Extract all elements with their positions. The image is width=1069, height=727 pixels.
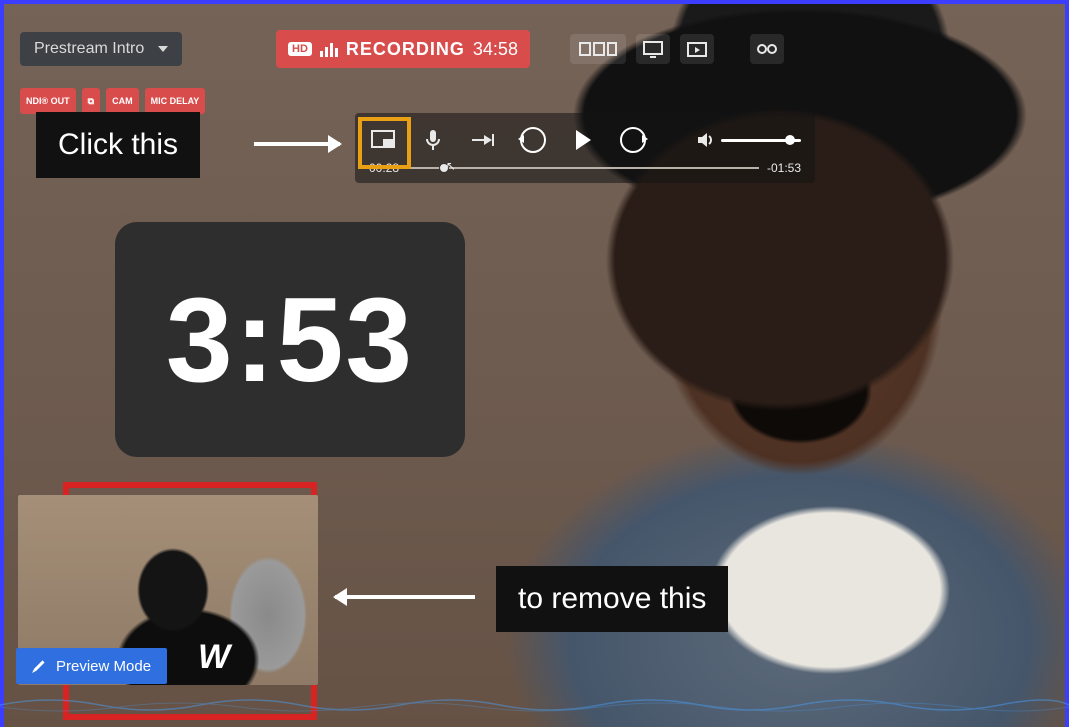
scene-selector[interactable]: Prestream Intro (20, 32, 182, 66)
hd-badge: HD (288, 42, 312, 56)
audio-waveform (0, 691, 1069, 719)
scene-selector-label: Prestream Intro (34, 40, 144, 58)
annotation-remove-this: to remove this (496, 566, 728, 632)
forward-10-button[interactable] (619, 126, 647, 154)
status-chip-row: NDI® OUT ⧉ CAM MIC DELAY (20, 88, 205, 114)
mic-delay-chip[interactable]: MIC DELAY (145, 88, 206, 114)
header-view-buttons (570, 34, 784, 64)
screen-share-chip[interactable]: ⧉ (82, 88, 100, 114)
preview-mode-button[interactable]: Preview Mode (16, 648, 167, 684)
annotation-text: Click this (58, 128, 178, 161)
app-border (0, 0, 1069, 4)
player-current-time: 00:28 (369, 161, 399, 175)
annotation-click-this: Click this (36, 112, 200, 178)
seek-bar[interactable]: ↖ (407, 167, 759, 169)
player-remaining-time: -01:53 (767, 161, 801, 175)
app-border (1065, 0, 1069, 727)
speaker-icon (697, 132, 715, 148)
display-button[interactable] (636, 34, 670, 64)
annotation-text: to remove this (518, 582, 706, 615)
chevron-down-icon (158, 46, 168, 52)
rewind-10-button[interactable] (519, 126, 547, 154)
recording-indicator[interactable]: HD RECORDING 34:58 (276, 30, 530, 68)
arrow-right-icon (254, 142, 340, 146)
countdown-timer: 3:53 (115, 222, 465, 457)
preview-mode-label: Preview Mode (56, 658, 151, 675)
countdown-value: 3:53 (166, 271, 414, 409)
arrow-left-icon (335, 595, 475, 599)
pencil-icon (32, 659, 46, 673)
audio-mixer-button[interactable] (750, 34, 784, 64)
multiview-button[interactable] (570, 34, 626, 64)
ndi-out-chip[interactable]: NDI® OUT (20, 88, 76, 114)
recording-label: RECORDING (346, 39, 465, 60)
microphone-icon[interactable] (419, 126, 447, 154)
volume-slider[interactable] (721, 139, 801, 142)
audio-level-icon (320, 41, 338, 57)
recording-elapsed: 34:58 (473, 39, 518, 60)
media-player-bar: 00:28 ↖ -01:53 (355, 113, 815, 183)
volume-control[interactable] (697, 132, 801, 148)
cursor-icon: ↖ (446, 159, 456, 173)
streaming-app-stage: Prestream Intro NDI® OUT ⧉ CAM MIC DELAY… (0, 0, 1069, 727)
skip-to-end-button[interactable] (469, 126, 497, 154)
media-library-button[interactable] (680, 34, 714, 64)
thumbnail-overlay-letter: W (198, 638, 230, 677)
camera-chip[interactable]: CAM (106, 88, 139, 114)
play-button[interactable] (569, 126, 597, 154)
app-border (0, 0, 4, 727)
picture-in-picture-button[interactable] (369, 126, 397, 154)
